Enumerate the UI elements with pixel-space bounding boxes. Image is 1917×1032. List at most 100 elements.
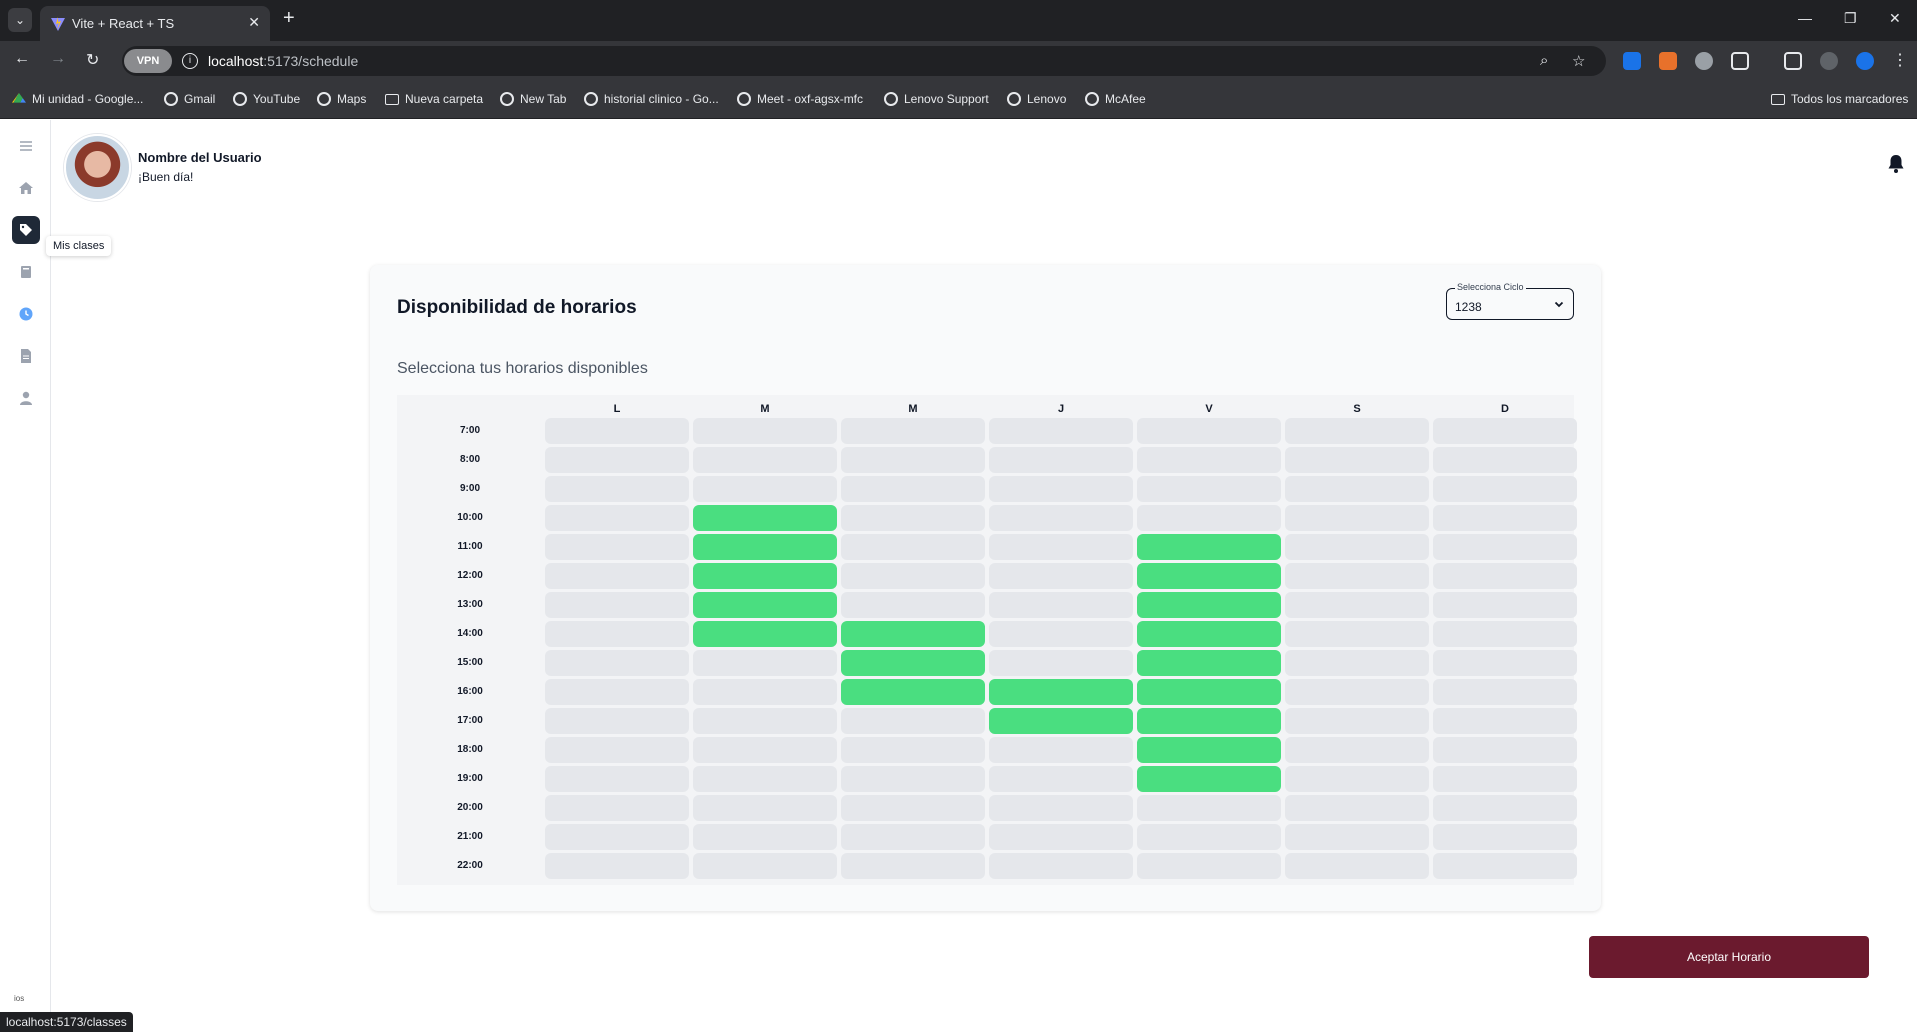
time-slot[interactable] — [693, 766, 837, 792]
sidebar-item-home[interactable] — [12, 174, 40, 202]
time-slot[interactable] — [841, 505, 985, 531]
time-slot[interactable] — [841, 853, 985, 879]
site-info-icon[interactable]: i — [182, 53, 198, 69]
sidebar-toggle-button[interactable] — [12, 132, 40, 160]
time-slot-selected[interactable] — [693, 563, 837, 589]
time-slot[interactable] — [989, 737, 1133, 763]
reload-icon[interactable]: ↻ — [86, 50, 99, 70]
extensions-puzzle-icon[interactable] — [1731, 52, 1749, 70]
time-slot[interactable] — [989, 650, 1133, 676]
time-slot[interactable] — [1433, 505, 1577, 531]
time-slot[interactable] — [1285, 824, 1429, 850]
time-slot-selected[interactable] — [693, 621, 837, 647]
time-slot[interactable] — [1137, 418, 1281, 444]
time-slot[interactable] — [989, 824, 1133, 850]
time-slot[interactable] — [1137, 476, 1281, 502]
time-slot[interactable] — [545, 621, 689, 647]
extension-gear-icon[interactable] — [1695, 52, 1713, 70]
time-slot[interactable] — [841, 476, 985, 502]
time-slot[interactable] — [989, 621, 1133, 647]
time-slot[interactable] — [545, 563, 689, 589]
side-panel-icon[interactable] — [1784, 52, 1802, 70]
time-slot[interactable] — [1285, 737, 1429, 763]
sidebar-item-profile[interactable] — [12, 384, 40, 412]
bookmark-item[interactable]: New Tab — [500, 92, 566, 106]
time-slot[interactable] — [693, 418, 837, 444]
time-slot[interactable] — [841, 766, 985, 792]
time-slot[interactable] — [693, 853, 837, 879]
time-slot[interactable] — [693, 476, 837, 502]
time-slot-selected[interactable] — [1137, 534, 1281, 560]
time-slot[interactable] — [1137, 447, 1281, 473]
time-slot[interactable] — [1285, 418, 1429, 444]
avatar[interactable] — [64, 134, 131, 201]
restore-icon[interactable]: ❐ — [1844, 10, 1857, 27]
back-icon[interactable]: ← — [14, 50, 30, 68]
bookmark-item[interactable]: Meet - oxf-agsx-mfc — [737, 92, 863, 106]
time-slot[interactable] — [841, 534, 985, 560]
profile-icon[interactable] — [1820, 52, 1838, 70]
time-slot[interactable] — [1137, 505, 1281, 531]
time-slot-selected[interactable] — [1137, 650, 1281, 676]
time-slot[interactable] — [545, 418, 689, 444]
time-slot[interactable] — [841, 708, 985, 734]
time-slot[interactable] — [693, 650, 837, 676]
time-slot-selected[interactable] — [693, 534, 837, 560]
time-slot[interactable] — [1285, 505, 1429, 531]
time-slot[interactable] — [545, 505, 689, 531]
zoom-icon[interactable]: ⌕ — [1540, 52, 1548, 69]
time-slot[interactable] — [1433, 476, 1577, 502]
time-slot-selected[interactable] — [1137, 563, 1281, 589]
time-slot[interactable] — [1433, 795, 1577, 821]
time-slot[interactable] — [1285, 534, 1429, 560]
time-slot[interactable] — [989, 476, 1133, 502]
extension-check-icon[interactable] — [1856, 52, 1874, 70]
time-slot[interactable] — [841, 824, 985, 850]
time-slot[interactable] — [989, 853, 1133, 879]
time-slot-selected[interactable] — [1137, 679, 1281, 705]
sidebar-item-book[interactable] — [12, 258, 40, 286]
time-slot[interactable] — [545, 824, 689, 850]
bookmark-item[interactable]: McAfee — [1085, 92, 1146, 106]
time-slot[interactable] — [841, 592, 985, 618]
time-slot[interactable] — [1433, 447, 1577, 473]
time-slot[interactable] — [1433, 563, 1577, 589]
bell-icon[interactable] — [1887, 154, 1905, 174]
time-slot[interactable] — [1433, 650, 1577, 676]
extension-fox-icon[interactable] — [1659, 52, 1677, 70]
bookmark-item[interactable]: Gmail — [164, 92, 215, 106]
time-slot[interactable] — [989, 447, 1133, 473]
time-slot[interactable] — [545, 447, 689, 473]
time-slot[interactable] — [1137, 795, 1281, 821]
cycle-select[interactable]: Selecciona Ciclo 1238 — [1446, 282, 1574, 320]
bookmark-item[interactable]: YouTube — [233, 92, 300, 106]
time-slot[interactable] — [545, 795, 689, 821]
time-slot[interactable] — [1285, 679, 1429, 705]
time-slot[interactable] — [545, 708, 689, 734]
time-slot[interactable] — [545, 534, 689, 560]
time-slot-selected[interactable] — [1137, 621, 1281, 647]
close-window-icon[interactable]: ✕ — [1889, 10, 1901, 27]
time-slot[interactable] — [989, 592, 1133, 618]
time-slot[interactable] — [1433, 766, 1577, 792]
time-slot[interactable] — [1433, 621, 1577, 647]
accept-schedule-button[interactable]: Aceptar Horario — [1589, 936, 1869, 978]
bookmark-item[interactable]: historial clinico - Go... — [584, 92, 719, 106]
time-slot[interactable] — [1285, 853, 1429, 879]
time-slot-selected[interactable] — [1137, 708, 1281, 734]
time-slot[interactable] — [841, 737, 985, 763]
time-slot[interactable] — [1285, 563, 1429, 589]
new-tab-button[interactable]: + — [283, 8, 295, 28]
time-slot[interactable] — [989, 795, 1133, 821]
bookmark-item[interactable]: Lenovo — [1007, 92, 1066, 106]
time-slot[interactable] — [693, 708, 837, 734]
tab-search-button[interactable]: ⌄ — [8, 8, 32, 32]
time-slot[interactable] — [545, 766, 689, 792]
time-slot[interactable] — [989, 505, 1133, 531]
time-slot[interactable] — [1433, 592, 1577, 618]
time-slot[interactable] — [1433, 853, 1577, 879]
time-slot-selected[interactable] — [1137, 737, 1281, 763]
time-slot-selected[interactable] — [989, 679, 1133, 705]
time-slot[interactable] — [989, 418, 1133, 444]
time-slot[interactable] — [693, 824, 837, 850]
